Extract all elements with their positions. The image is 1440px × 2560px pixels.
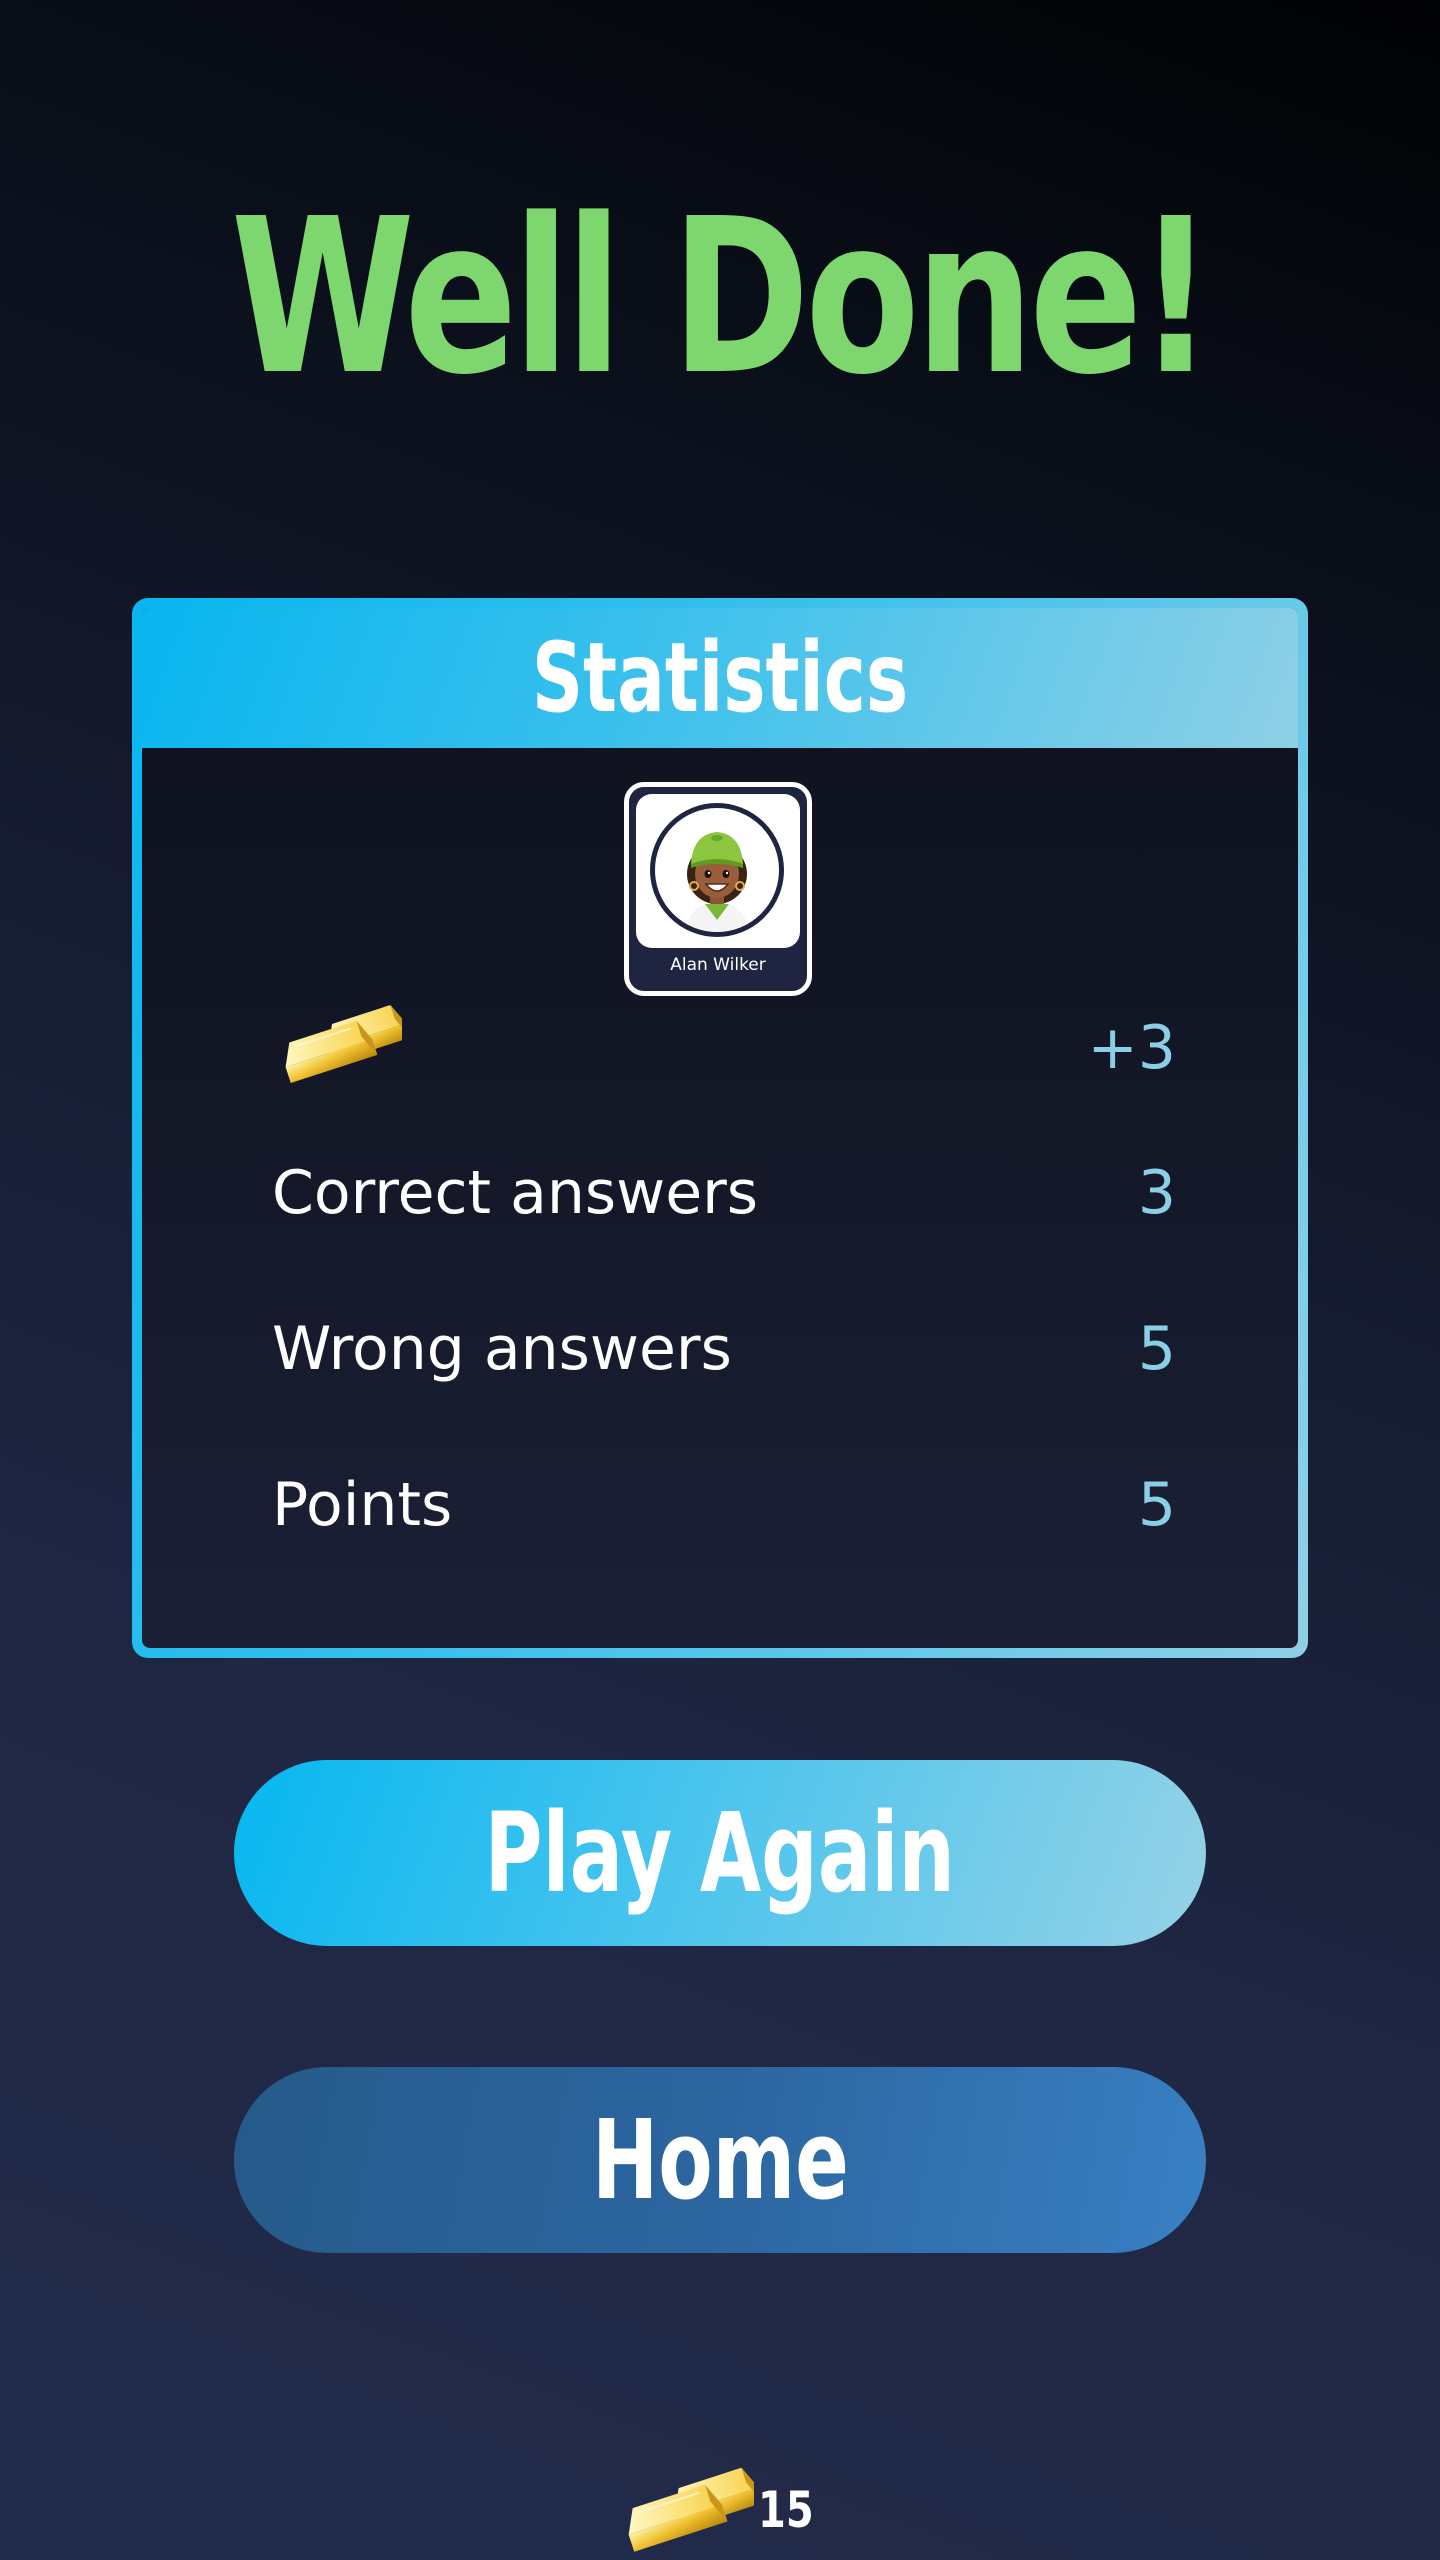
- avatar-illustration: [685, 832, 749, 932]
- player-card: Alan Wilker: [624, 782, 812, 996]
- avatar: [650, 803, 784, 937]
- home-label: Home: [591, 2096, 849, 2224]
- player-name: Alan Wilker: [670, 955, 766, 975]
- statistics-panel: Statistics Alan Wilker +3 Correct answer…: [132, 598, 1308, 1658]
- stat-row-wrong: Wrong answers 5: [272, 1299, 1176, 1399]
- page-title: Well Done!: [230, 173, 1214, 422]
- home-button[interactable]: Home: [234, 2067, 1206, 2253]
- stat-value: 5: [1137, 1470, 1176, 1540]
- statistics-body: Statistics Alan Wilker +3 Correct answer…: [142, 608, 1298, 1648]
- gold-reward-row: +3: [272, 998, 1176, 1098]
- stat-row-correct: Correct answers 3: [272, 1143, 1176, 1243]
- statistics-title: Statistics: [531, 622, 909, 734]
- avatar-background: [636, 794, 800, 948]
- play-again-label: Play Again: [484, 1789, 956, 1917]
- gold-total: 15: [758, 2481, 814, 2539]
- stat-label: Points: [272, 1470, 453, 1540]
- gold-bars-icon: [272, 998, 402, 1098]
- stat-label: Wrong answers: [272, 1314, 732, 1384]
- gold-bars-icon: [614, 2468, 754, 2560]
- play-again-button[interactable]: Play Again: [234, 1760, 1206, 1946]
- stat-label: Correct answers: [272, 1158, 759, 1228]
- stat-row-points: Points 5: [272, 1455, 1176, 1555]
- stat-value: 5: [1137, 1314, 1176, 1384]
- stat-value: 3: [1137, 1158, 1176, 1228]
- gold-reward-value: +3: [1087, 1013, 1176, 1083]
